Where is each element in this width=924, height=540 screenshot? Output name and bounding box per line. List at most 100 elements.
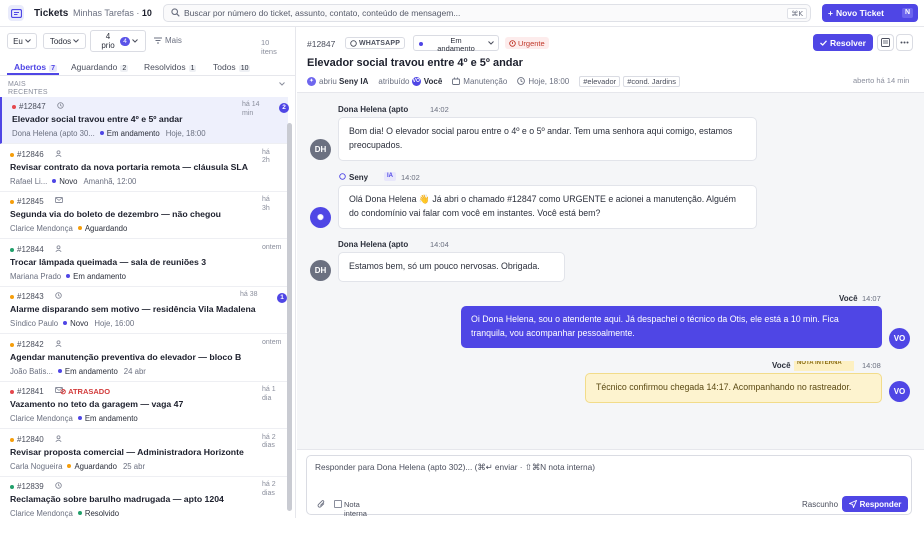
status-dot: [419, 42, 423, 46]
ticket-row[interactable]: #12845 Segunda via do boleto de dezembro …: [0, 192, 288, 239]
status-dot: [77, 226, 82, 230]
ticket-subject: Revisar contrato da nova portaria remota…: [10, 161, 249, 172]
ticket-contact: Clarice Mendonça: [10, 509, 73, 518]
more-icon: [900, 41, 909, 44]
ai-assistant-avatar-icon: ✺: [310, 207, 331, 228]
priority-dot: [10, 437, 14, 442]
items-count: 10 itens: [261, 38, 287, 56]
details-panel-button[interactable]: [877, 34, 894, 51]
resolve-button[interactable]: Resolver: [813, 34, 873, 51]
opened-by-label: abriu: [319, 76, 337, 86]
sort-label-line: MAIS: [8, 81, 26, 88]
ticket-meta: Carla Nogueira Aguardando 25 abr: [10, 462, 145, 471]
chevron-down-icon[interactable]: [279, 82, 285, 86]
tab-count: 7: [49, 65, 58, 72]
ticket-row[interactable]: #12839 Reclamação sobre barulho madrugada…: [0, 477, 288, 518]
due-date[interactable]: Hoje, 18:00: [528, 77, 569, 86]
ticket-subject: Alarme disparando sem motivo — residênci…: [10, 304, 256, 314]
ticket-row[interactable]: #12840 Revisar proposta comercial — Admin…: [0, 430, 288, 477]
chevron-down-icon: [25, 39, 31, 43]
ticket-status: Resolvido: [77, 509, 119, 518]
ticket-id: #12839: [17, 482, 44, 491]
items-count-value: 10: [261, 38, 270, 47]
tab-aguardando[interactable]: Aguardando 2: [71, 62, 129, 72]
priority-label: Urgente: [518, 38, 545, 48]
ticket-id: #12847: [19, 102, 46, 111]
more-options-button[interactable]: [896, 34, 913, 51]
ticket-time: há 14 min: [242, 101, 262, 118]
tab-abertos[interactable]: Abertos 7: [14, 62, 58, 72]
send-icon: [848, 500, 857, 508]
tag-chip[interactable]: #elevador: [579, 75, 621, 87]
ticket-id: #12842: [17, 339, 44, 349]
tab-resolvidos[interactable]: Resolvidos 1: [144, 62, 197, 72]
reply-input[interactable]: Responder para Dona Helena (apto 302)...…: [306, 455, 912, 518]
tab-label: Abertos: [14, 62, 47, 72]
ticket-row[interactable]: #12841 ⊘ ATRASADO Vazamento no teto da gar…: [0, 382, 288, 429]
message-author: Você: [772, 361, 791, 370]
message-time: 14:08: [862, 361, 881, 370]
plus-icon: +: [828, 8, 833, 18]
reply-button[interactable]: Responder: [842, 496, 908, 512]
mail-icon: [55, 197, 63, 203]
draft-button[interactable]: Rascunho: [802, 500, 838, 509]
sort-label[interactable]: MAIS RECENTES: [8, 81, 68, 97]
ticket-meta: Clarice Mendonça Aguardando: [10, 224, 127, 233]
ticket-time-line: 3h: [262, 204, 270, 212]
status-dot: [63, 321, 68, 325]
sort-label-line: RECENTES: [8, 89, 48, 96]
priority-badge[interactable]: Urgente: [505, 37, 549, 49]
ticket-contact: Clarice Mendonça: [10, 224, 73, 233]
priority-filter[interactable]: 4 prio 4: [90, 30, 146, 52]
ai-sparkle-icon: [339, 173, 346, 180]
ticket-subject: Reclamação sobre barulho madrugada — apt…: [10, 494, 224, 504]
ticket-subject: Agendar manutenção preventiva do elevado…: [10, 351, 242, 362]
ticket-meta: Rafael Li... Novo Amanhã, 12:00: [10, 177, 136, 186]
my-tasks-link[interactable]: Minhas Tarefas · 10: [73, 8, 152, 18]
team[interactable]: Manutenção: [463, 77, 507, 86]
ticket-row[interactable]: #12844 Trocar lâmpada queimada — sala de …: [0, 240, 288, 287]
status-dot: [57, 368, 62, 373]
ticket-contact: João Batis...: [10, 366, 53, 376]
my-tasks-count: 10: [141, 8, 152, 18]
tab-todos[interactable]: Todos 10: [213, 62, 251, 72]
ticket-id: #12847: [307, 39, 336, 49]
more-filters-button[interactable]: Mais: [154, 36, 182, 45]
ticket-row[interactable]: #12843 Alarme disparando sem motivo — res…: [0, 287, 288, 334]
status-select[interactable]: Em andamento: [413, 35, 499, 53]
contact-avatar: DH: [310, 260, 331, 281]
attachment-icon[interactable]: [317, 499, 326, 509]
ticket-status: Em andamento: [57, 367, 118, 376]
clock-icon: [55, 292, 62, 299]
ticket-header: #12847 WHATSAPP Em andamento Urgente Reso…: [297, 27, 924, 93]
ticket-status: Em andamento: [99, 129, 160, 138]
ticket-time-line: há 14: [242, 101, 260, 108]
search-input[interactable]: Buscar por número do ticket, assunto, co…: [163, 4, 811, 22]
ticket-row[interactable]: #12847 Elevador social travou entre 4º e …: [0, 97, 289, 144]
new-ticket-button[interactable]: + Novo Ticket N: [822, 4, 918, 22]
ticket-row[interactable]: #12846 Revisar contrato da nova portaria …: [0, 145, 288, 192]
tab-label: Todos: [213, 62, 236, 72]
message-author: Seny: [349, 173, 369, 182]
owner-filter[interactable]: Eu: [7, 33, 37, 49]
tag-chip[interactable]: #cond. Jardins: [623, 75, 680, 87]
scope-filter[interactable]: Todos: [43, 33, 86, 49]
ai-tag: IA: [384, 172, 396, 181]
message-time: 14:02: [430, 105, 449, 114]
ticket-row[interactable]: #12842 Agendar manutenção preventiva do e…: [0, 335, 288, 382]
internal-note-label-line: interna: [344, 509, 367, 518]
status-label: Em andamento: [434, 37, 478, 53]
list-scrollbar[interactable]: [287, 123, 292, 511]
search-placeholder: Buscar por número do ticket, assunto, co…: [184, 8, 461, 18]
new-ticket-label: Novo Ticket: [835, 8, 884, 18]
internal-note-checkbox[interactable]: [334, 500, 342, 508]
check-icon: [820, 39, 828, 46]
priority-filter-badge: 4: [120, 36, 130, 46]
assignee[interactable]: Você: [424, 77, 443, 86]
ticket-id: #12840: [17, 434, 44, 444]
ticket-time-line: dia: [262, 394, 272, 402]
status-label: Em andamento: [106, 129, 160, 138]
chevron-down-icon: [132, 39, 138, 43]
opened-by: Seny IA: [339, 76, 369, 86]
ticket-contact: Rafael Li...: [10, 176, 48, 186]
